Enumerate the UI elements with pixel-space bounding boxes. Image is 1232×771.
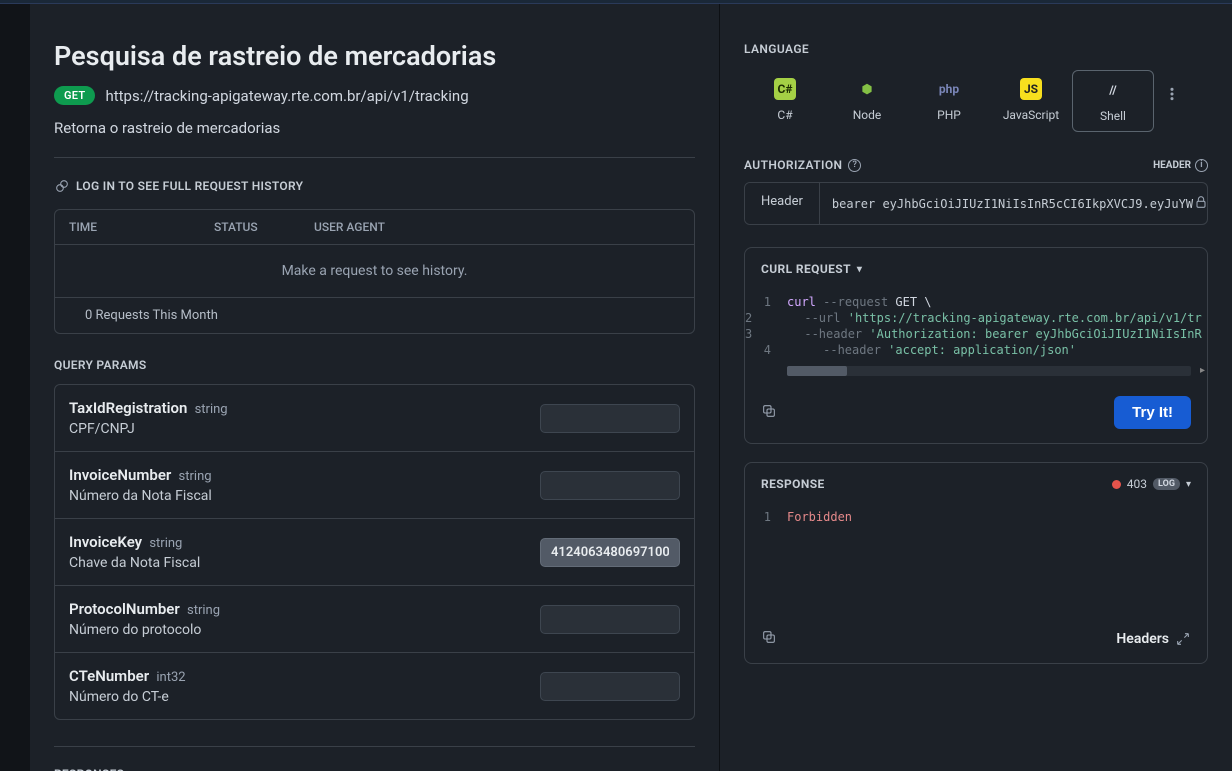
- history-col-status: STATUS: [214, 220, 314, 234]
- info-icon[interactable]: i: [1195, 159, 1208, 172]
- code-scrollbar[interactable]: ▸: [787, 366, 1191, 376]
- response-status-code: 403: [1127, 477, 1147, 491]
- param-name: ProtocolNumber: [69, 600, 180, 618]
- response-body[interactable]: 1Forbidden: [745, 505, 1207, 615]
- param-name: TaxIdRegistration: [69, 399, 187, 417]
- expand-icon: [1175, 631, 1191, 647]
- response-panel: RESPONSE 403 LOG ▾ 1Forbidden Headers: [744, 462, 1208, 664]
- param-name: InvoiceNumber: [69, 466, 171, 484]
- copy-button[interactable]: [761, 403, 777, 423]
- param-desc: Número da Nota Fiscal: [69, 488, 540, 504]
- lang-label: PHP: [937, 108, 961, 122]
- line-number: 1: [745, 510, 787, 524]
- param-input-ctenumber[interactable]: [540, 672, 680, 701]
- copy-button[interactable]: [761, 629, 777, 649]
- csharp-icon: C#: [774, 78, 796, 100]
- page-title: Pesquisa de rastreio de mercadorias: [54, 40, 695, 72]
- lang-more-button[interactable]: [1154, 70, 1190, 102]
- curl-code[interactable]: 1curl --request GET \2 --url 'https://tr…: [745, 290, 1207, 366]
- query-params-heading: QUERY PARAMS: [54, 358, 695, 372]
- lock-icon: [1193, 194, 1207, 213]
- lang-node[interactable]: ⬢ Node: [826, 70, 908, 130]
- divider: [54, 157, 695, 158]
- endpoint-description: Retorna o rastreio de mercadorias: [54, 119, 695, 137]
- log-badge: LOG: [1153, 478, 1180, 490]
- param-row-invoicekey: InvoiceKey string Chave da Nota Fiscal: [55, 519, 694, 586]
- param-name: CTeNumber: [69, 667, 149, 685]
- chevron-down-icon: ▾: [857, 264, 862, 275]
- code-scroll-thumb[interactable]: [787, 366, 847, 376]
- javascript-icon: JS: [1020, 78, 1042, 100]
- history-heading[interactable]: LOG IN TO SEE FULL REQUEST HISTORY: [54, 178, 695, 197]
- param-desc: Número do protocolo: [69, 622, 540, 638]
- language-heading: LANGUAGE: [744, 42, 1208, 56]
- response-status[interactable]: 403 LOG ▾: [1112, 477, 1191, 491]
- param-input-invoicenumber[interactable]: [540, 471, 680, 500]
- lang-shell[interactable]: // Shell: [1072, 70, 1154, 132]
- lang-label: Node: [853, 108, 882, 122]
- lang-csharp[interactable]: C# C#: [744, 70, 826, 130]
- param-type: int32: [153, 670, 185, 685]
- response-heading: RESPONSE: [761, 477, 825, 491]
- param-type: string: [175, 469, 211, 484]
- authorization-value[interactable]: bearer eyJhbGciOiJIUzI1NiIsInR5cCI6IkpXV…: [832, 197, 1193, 211]
- line-number: 3: [745, 327, 768, 341]
- history-table: TIME STATUS USER AGENT Make a request to…: [54, 209, 695, 334]
- history-empty: Make a request to see history.: [55, 244, 694, 297]
- param-row-protocolnumber: ProtocolNumber string Número do protocolo: [55, 586, 694, 653]
- param-desc: Chave da Nota Fiscal: [69, 555, 540, 571]
- query-params-table: TaxIdRegistration string CPF/CNPJ InvoiceN…: [54, 384, 695, 720]
- try-it-button[interactable]: Try It!: [1114, 396, 1191, 429]
- link-icon: [54, 178, 70, 194]
- headers-toggle[interactable]: Headers: [1116, 631, 1191, 647]
- param-row-taxidregistration: TaxIdRegistration string CPF/CNPJ: [55, 385, 694, 452]
- scroll-arrow-icon: ▸: [1200, 365, 1205, 376]
- history-col-time: TIME: [69, 220, 214, 234]
- lang-label: Shell: [1100, 109, 1126, 123]
- info-icon[interactable]: ?: [848, 159, 861, 172]
- authorization-key: Header: [745, 183, 820, 224]
- param-name: InvoiceKey: [69, 533, 142, 551]
- param-desc: CPF/CNPJ: [69, 421, 540, 437]
- curl-heading[interactable]: CURL REQUEST ▾: [745, 248, 1207, 290]
- shell-icon: //: [1102, 79, 1124, 101]
- curl-panel: CURL REQUEST ▾ 1curl --request GET \2 --…: [744, 247, 1208, 444]
- param-input-taxidregistration[interactable]: [540, 404, 680, 433]
- endpoint-url: https://tracking-apigateway.rte.com.br/a…: [105, 87, 468, 105]
- http-method-badge: GET: [54, 86, 95, 105]
- divider: [54, 746, 695, 747]
- left-gutter: [0, 4, 30, 771]
- authorization-row: Header bearer eyJhbGciOiJIUzI1NiIsInR5cC…: [744, 182, 1208, 225]
- line-number: 1: [745, 295, 787, 309]
- param-input-protocolnumber[interactable]: [540, 605, 680, 634]
- chevron-down-icon: ▾: [1186, 479, 1191, 490]
- line-number: 2: [745, 311, 768, 325]
- authorization-heading: AUTHORIZATION: [744, 158, 842, 172]
- lang-label: C#: [777, 108, 792, 122]
- lang-javascript[interactable]: JS JavaScript: [990, 70, 1072, 130]
- php-icon: php: [938, 78, 960, 100]
- param-input-invoicekey[interactable]: [540, 538, 680, 567]
- main-content: Pesquisa de rastreio de mercadorias GET …: [30, 4, 720, 771]
- param-desc: Número do CT-e: [69, 689, 540, 705]
- node-icon: ⬢: [856, 78, 878, 100]
- lang-label: JavaScript: [1003, 108, 1059, 122]
- responses-heading: RESPONSES: [54, 767, 695, 771]
- param-type: string: [191, 402, 227, 417]
- more-vertical-icon: [1164, 86, 1180, 102]
- history-heading-label: LOG IN TO SEE FULL REQUEST HISTORY: [76, 179, 303, 193]
- param-row-invoicenumber: InvoiceNumber string Número da Nota Fisca…: [55, 452, 694, 519]
- history-footer: 0 Requests This Month: [55, 297, 694, 333]
- line-number: 4: [745, 343, 787, 357]
- param-type: string: [146, 536, 182, 551]
- authorization-header-badge: HEADER: [1153, 160, 1191, 171]
- sidebar: LANGUAGE C# C# ⬢ Node php PHP JS JavaScript // Sh…: [720, 4, 1232, 771]
- status-dot-icon: [1112, 480, 1121, 489]
- lang-php[interactable]: php PHP: [908, 70, 990, 130]
- history-col-user-agent: USER AGENT: [314, 220, 385, 234]
- param-row-ctenumber: CTeNumber int32 Número do CT-e: [55, 653, 694, 719]
- param-type: string: [184, 603, 220, 618]
